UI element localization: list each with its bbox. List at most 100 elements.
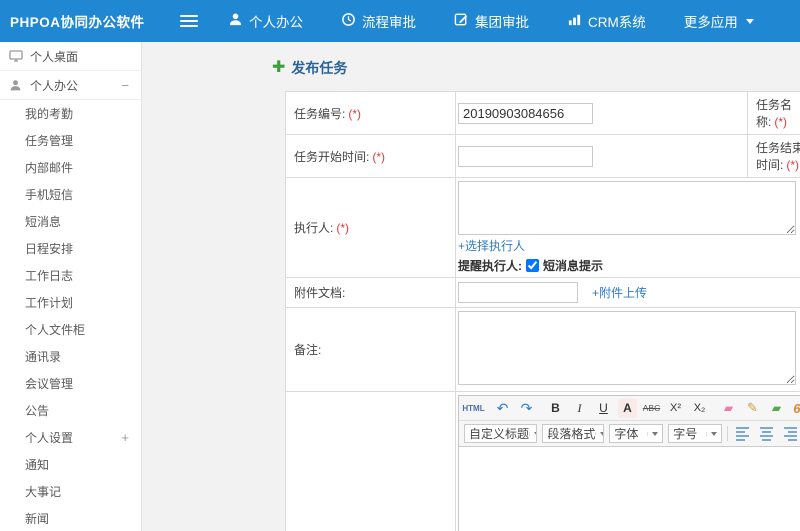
attachment-upload-link[interactable]: +附件上传: [592, 284, 647, 301]
rich-text-editor: HTML ↶ ↷ B I U A ABC X² X₂ ▰ ✎ ▰ 6 自定义标题…: [458, 395, 800, 531]
nav-label: 集团审批: [475, 15, 529, 30]
nav-personal-office[interactable]: 个人办公: [228, 11, 303, 31]
caret-down-icon: [529, 431, 537, 436]
sidebar-item-announcement[interactable]: 公告: [0, 397, 141, 424]
subscript-button[interactable]: X₂: [690, 399, 709, 418]
sidebar-item-label: 大事记: [25, 485, 62, 499]
editor-content-area[interactable]: [459, 447, 800, 531]
task-no-label: 任务编号:: [294, 106, 346, 121]
sidebar-item-label: 工作日志: [25, 269, 74, 283]
sidebar-item-label: 我的考勤: [25, 107, 74, 121]
menu-toggle-icon[interactable]: [180, 12, 198, 30]
editor-toolbar-row1: HTML ↶ ↷ B I U A ABC X² X₂ ▰ ✎ ▰ 6: [459, 396, 800, 421]
sidebar-item-label: 公告: [25, 404, 50, 418]
task-form-table: 任务编号:(*) 任务名称:(*) 任务开始时间:(*) 任务结束时间:(*) …: [285, 91, 800, 531]
sidebar-item-work-plan[interactable]: 工作计划: [0, 289, 141, 316]
sidebar-item-task-manage[interactable]: 任务管理: [0, 127, 141, 154]
format-brush-icon[interactable]: ✎: [743, 399, 762, 418]
task-no-input[interactable]: [458, 102, 593, 124]
italic-button[interactable]: I: [570, 399, 589, 418]
remind-executor-label: 提醒执行人:: [458, 258, 522, 273]
sidebar-item-short-message[interactable]: 短消息: [0, 208, 141, 235]
bold-button[interactable]: B: [546, 399, 565, 418]
sidebar-item-internal-mail[interactable]: 内部邮件: [0, 154, 141, 181]
start-time-input[interactable]: [458, 145, 593, 167]
top-header: PHPOA协同办公软件 个人办公 流程审批 集团审批 CRM系统 更多应用: [0, 0, 800, 42]
sidebar-item-work-log[interactable]: 工作日志: [0, 262, 141, 289]
nav-label: 更多应用: [683, 15, 738, 30]
attachment-label: 附件文档:: [294, 286, 346, 300]
nav-more-apps[interactable]: 更多应用: [684, 11, 754, 31]
sidebar-item-phone-sms[interactable]: 手机短信: [0, 181, 141, 208]
highlighter-icon[interactable]: ▰: [767, 399, 786, 418]
sidebar-item-label: 日程安排: [25, 242, 74, 256]
font-background-button[interactable]: A: [618, 398, 637, 418]
person-icon: [228, 12, 243, 30]
align-left-icon[interactable]: [733, 424, 752, 443]
edit-square-icon: [454, 12, 469, 30]
required-mark: (*): [786, 158, 800, 172]
paragraph-format-value: 段落格式: [547, 427, 596, 441]
sidebar-item-file-cabinet[interactable]: 个人文件柜: [0, 316, 141, 343]
sidebar-item-notice[interactable]: 通知: [0, 451, 141, 478]
nav-label: 个人办公: [249, 15, 303, 30]
sms-remind-checkbox[interactable]: [526, 258, 539, 272]
caret-down-icon: [745, 18, 754, 24]
align-center-icon[interactable]: [757, 424, 776, 443]
clock-icon: [341, 12, 356, 30]
sidebar-item-contacts[interactable]: 通讯录: [0, 343, 141, 370]
html-source-button[interactable]: HTML: [462, 399, 484, 418]
sidebar-item-label: 个人办公: [30, 78, 79, 93]
executor-textarea[interactable]: [458, 181, 796, 235]
superscript-button[interactable]: X²: [666, 399, 685, 418]
font-size-select[interactable]: 字号: [668, 424, 723, 443]
attachment-input[interactable]: [458, 282, 578, 303]
nav-group-approval[interactable]: 集团审批: [454, 11, 529, 31]
eraser-icon[interactable]: ▰: [719, 399, 738, 418]
blockquote-button[interactable]: 66: [791, 399, 800, 418]
sidebar-item-schedule[interactable]: 日程安排: [0, 235, 141, 262]
expand-icon[interactable]: +: [121, 430, 129, 445]
nav-process-approval[interactable]: 流程审批: [341, 11, 416, 31]
required-mark: (*): [348, 106, 362, 121]
sidebar-section-personal-office[interactable]: 个人办公 −: [0, 71, 141, 100]
sidebar-item-meeting[interactable]: 会议管理: [0, 370, 141, 397]
nav-crm-system[interactable]: CRM系统: [567, 11, 646, 31]
remark-textarea[interactable]: [458, 311, 796, 385]
choose-executor-link[interactable]: +选择执行人: [458, 237, 800, 254]
redo-button[interactable]: ↷: [517, 399, 536, 418]
bar-chart-icon: [567, 12, 582, 30]
caret-down-icon: [647, 431, 659, 436]
sidebar-item-label: 个人文件柜: [25, 323, 86, 337]
required-mark: (*): [372, 149, 386, 164]
style-select-value: 自定义标题: [469, 427, 530, 441]
remark-label: 备注:: [294, 343, 322, 357]
sidebar-item-settings[interactable]: 个人设置 +: [0, 424, 141, 451]
sidebar-item-label: 通讯录: [25, 350, 62, 364]
collapse-icon[interactable]: −: [121, 78, 129, 93]
sidebar-item-label: 任务管理: [25, 134, 74, 148]
page-title-text: 发布任务: [291, 60, 348, 76]
page-title: ✚ 发布任务: [272, 58, 800, 78]
font-size-value: 字号: [673, 427, 698, 441]
required-mark: (*): [774, 115, 788, 129]
caret-down-icon: [706, 431, 718, 436]
sidebar-item-news[interactable]: 新闻: [0, 505, 141, 531]
font-family-select[interactable]: 字体: [609, 424, 664, 443]
sidebar-item-label: 个人设置: [25, 431, 74, 445]
sidebar-item-attendance[interactable]: 我的考勤: [0, 100, 141, 127]
monitor-icon: [9, 50, 24, 63]
sidebar-item-big-events[interactable]: 大事记: [0, 478, 141, 505]
style-select[interactable]: 自定义标题: [464, 424, 538, 443]
main-content: ✚ 发布任务 任务编号:(*) 任务名称:(*) 任务开始时间:(*) 任务结束…: [143, 42, 800, 531]
required-mark: (*): [336, 221, 350, 235]
sidebar-item-label: 通知: [25, 458, 50, 472]
align-right-icon[interactable]: [781, 424, 800, 443]
undo-button[interactable]: ↶: [493, 399, 512, 418]
sidebar-item-desktop[interactable]: 个人桌面: [0, 42, 141, 71]
top-nav: 个人办公 流程审批 集团审批 CRM系统 更多应用: [228, 11, 754, 31]
strikethrough-button[interactable]: ABC: [642, 399, 661, 418]
paragraph-format-select[interactable]: 段落格式: [542, 424, 605, 443]
sidebar-item-label: 短消息: [25, 215, 62, 229]
underline-button[interactable]: U: [594, 399, 613, 418]
